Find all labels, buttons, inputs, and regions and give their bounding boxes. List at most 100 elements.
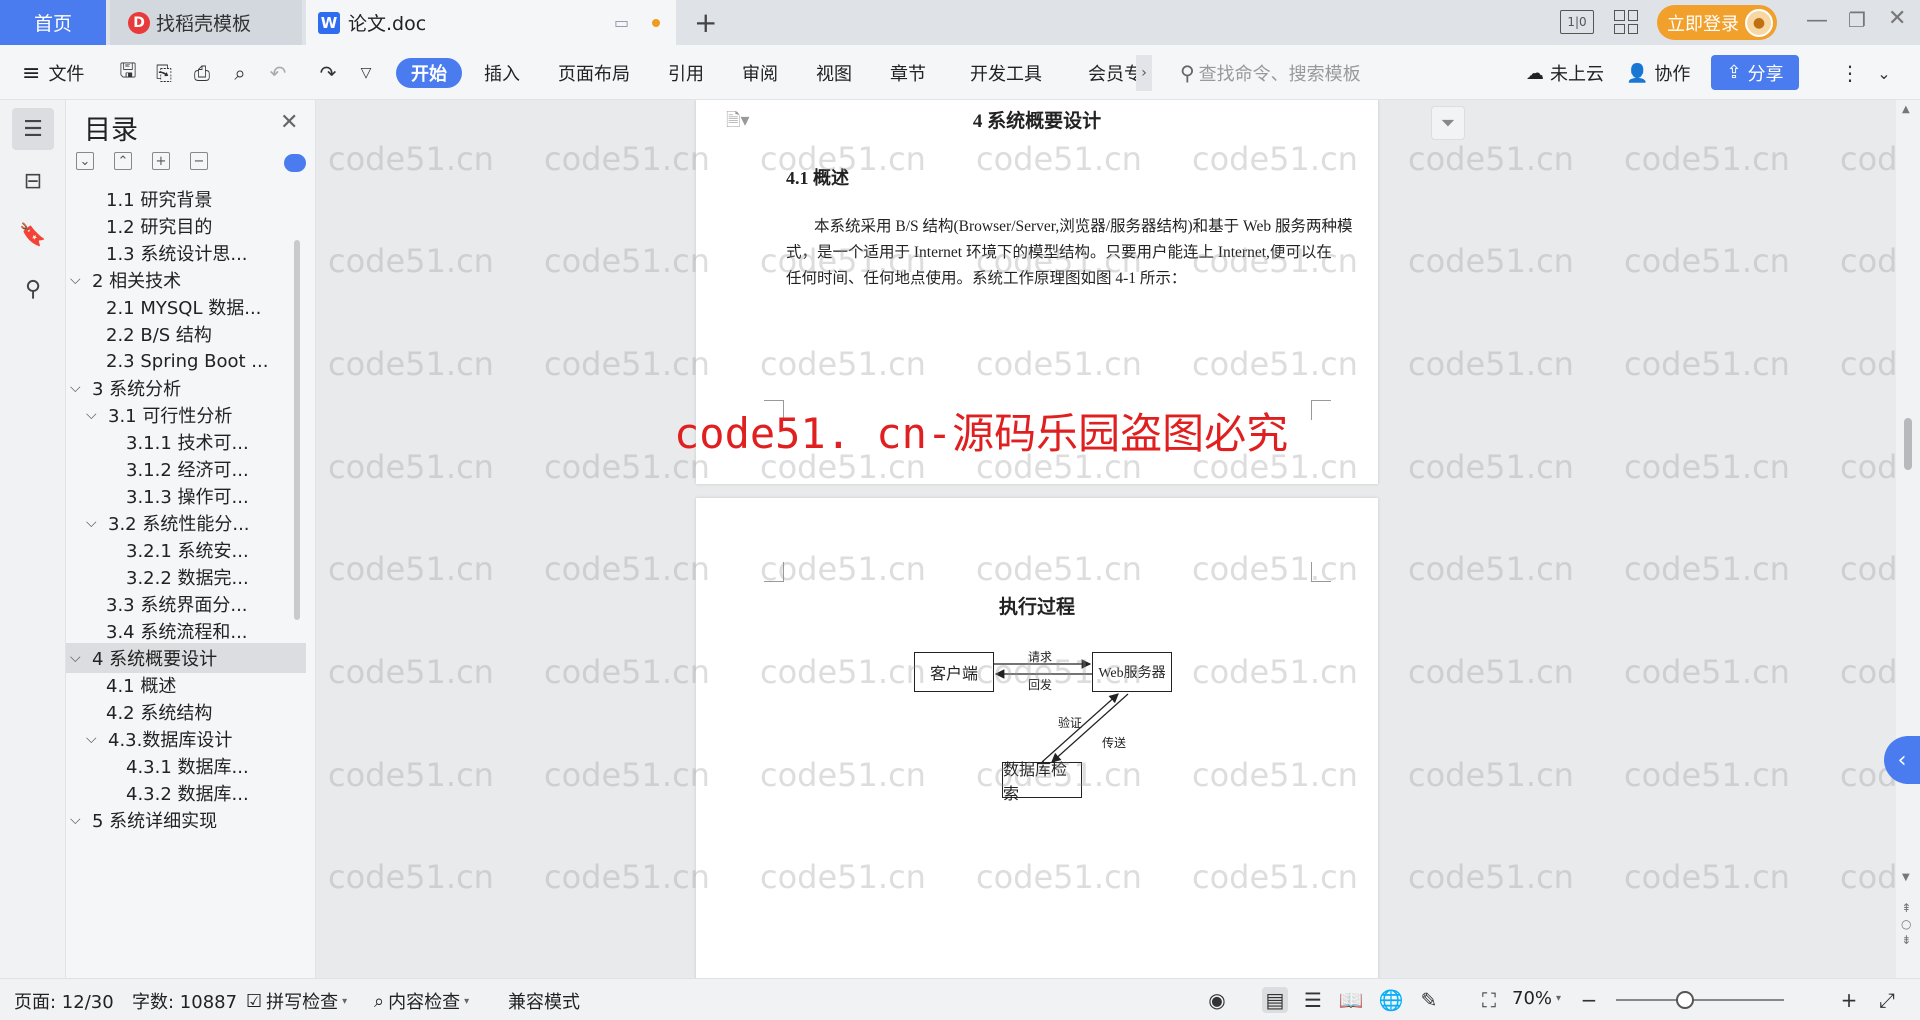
restore-icon[interactable]: ❐ [1848,8,1866,32]
zoom-slider-track[interactable] [1616,999,1784,1001]
write-mode-icon[interactable]: ✎ [1416,987,1442,1013]
fullscreen-icon[interactable]: ⤢ [1874,987,1900,1013]
chevron-down-icon[interactable]: ⌵ [70,272,92,288]
zoom-slider-thumb[interactable] [1676,991,1694,1009]
toc-item[interactable]: ⌵ 4 系统概要设计 [66,643,306,673]
chevron-down-icon[interactable]: ⌵ [70,812,92,828]
chevron-down-icon[interactable]: ⌵ [70,650,92,666]
toc-item[interactable]: 1.2 研究目的 [106,211,312,241]
collapse-ribbon-icon[interactable]: ⌄ [1872,61,1896,85]
navigation-pane-icon[interactable]: ⊟ [12,160,54,202]
toc-item[interactable]: 4.3.1 数据库... [126,751,312,781]
tab-review[interactable]: 审阅 [742,57,778,89]
tab-document[interactable]: W 论文.doc ▭ [306,0,676,45]
toc-item[interactable]: 4.1 概述 [106,670,312,700]
tab-member[interactable]: 会员专 [1088,57,1142,89]
more-options-icon[interactable]: ⋮ [1838,61,1862,85]
scroll-up-icon[interactable]: ▲ [1902,104,1910,115]
apps-grid-icon[interactable] [1614,10,1638,34]
toc-item[interactable]: 3.3 系统界面分... [106,589,312,619]
toc-item[interactable]: 2.2 B/S 结构 [106,319,312,349]
login-button[interactable]: 立即登录 ● [1657,5,1777,40]
toc-item[interactable]: 1.3 系统设计思... [106,238,312,268]
toc-item[interactable]: 2.3 Spring Boot ... [106,346,312,376]
print-icon[interactable]: ⎙ [190,61,214,85]
scroll-thumb[interactable] [1904,418,1912,470]
reading-view-icon[interactable]: 📖 [1338,987,1364,1013]
minimize-icon[interactable]: — [1806,8,1828,33]
undo-icon[interactable]: ↶ [266,61,290,85]
page-indicator[interactable]: 页面: 12/30 [14,988,114,1014]
cloud-status[interactable]: ☁ 未上云 [1526,57,1604,89]
tab-chapter[interactable]: 章节 [890,57,926,89]
toc-item[interactable]: 2.1 MYSQL 数据... [106,292,312,322]
toc-item[interactable]: 3.1.3 操作可... [126,481,312,511]
zoom-level[interactable]: 70% ▾ [1512,988,1561,1009]
tab-layout[interactable]: 页面布局 [558,57,630,89]
word-count[interactable]: 字数: 10887 [132,988,237,1014]
print-preview-icon[interactable]: ⌕ [228,61,252,85]
collab-button[interactable]: 👤 协作 [1626,57,1690,89]
toc-item[interactable]: ⌵ 2 相关技术 [70,265,312,295]
toc-item[interactable]: 4.2 系统结构 [106,697,312,727]
expand-all-icon[interactable]: ⌄ [76,152,94,170]
remove-heading-icon[interactable]: − [190,152,208,170]
more-tabs-icon[interactable]: › [1136,55,1152,91]
zoom-out-icon[interactable]: − [1576,987,1602,1013]
toc-item[interactable]: ⌵ 3.1 可行性分析 [86,400,312,430]
tab-insert[interactable]: 插入 [484,57,520,89]
toc-item[interactable]: 3.1.1 技术可... [126,427,312,457]
tab-reference[interactable]: 引用 [668,57,704,89]
bookmark-icon[interactable]: 🔖 [12,214,54,256]
toc-item[interactable]: 3.2.1 系统安... [126,535,312,565]
toc-item[interactable]: 3.2.2 数据完... [126,562,312,592]
close-window-icon[interactable]: ✕ [1888,6,1906,31]
web-view-icon[interactable]: 🌐 [1378,987,1404,1013]
page-nav-icon[interactable]: ⇞ ○ ⇟ [1901,900,1911,948]
fit-page-icon[interactable]: ⛶ [1476,987,1502,1013]
spell-check-button[interactable]: ☑ 拼写检查 ▾ [246,988,347,1014]
outline-view-icon[interactable]: ☰ [1300,987,1326,1013]
toc-item[interactable]: 3.1.2 经济可... [126,454,312,484]
watermark-text: code51.cn [328,550,494,588]
toc-panel-icon[interactable]: ☰ [12,108,54,150]
save-icon[interactable]: 🖫 [116,58,140,85]
scroll-down-icon[interactable]: ▼ [1902,872,1910,883]
redo-icon[interactable]: ↷ [316,61,340,85]
export-pdf-icon[interactable]: ⎘ [152,61,176,85]
share-button[interactable]: ⇪ 分享 [1711,55,1799,90]
toc-item[interactable]: ⌵ 3.2 系统性能分... [86,508,312,538]
toc-item-label: 2.2 B/S 结构 [106,325,212,346]
monitor-icon[interactable]: ▭ [614,13,629,32]
collapse-all-icon[interactable]: ⌃ [114,152,132,170]
page-view-icon[interactable]: ▤ [1262,987,1288,1013]
new-tab-plus-icon[interactable]: + [694,6,717,39]
layout-toggle-icon[interactable]: 1|0 [1560,10,1594,34]
toc-scrollbar[interactable] [294,240,300,620]
vertical-scrollbar[interactable]: ▲ ▼ ⇞ ○ ⇟ [1896,100,1920,978]
ai-assistant-icon[interactable] [284,154,306,172]
tab-home[interactable]: 首页 [0,0,106,45]
chevron-down-icon[interactable]: ⌵ [86,407,108,423]
tab-view[interactable]: 视图 [816,57,852,89]
toc-item[interactable]: 3.4 系统流程和... [106,616,312,646]
tab-templates[interactable]: D 找稻壳模板 [110,0,302,45]
toc-item[interactable]: 4.3.2 数据库... [126,778,312,808]
quick-access-dropdown-icon[interactable]: ▽ [354,61,378,85]
command-search[interactable]: ⚲ 查找命令、搜索模板 [1180,57,1361,89]
chevron-down-icon[interactable]: ⌵ [86,515,108,531]
chevron-down-icon[interactable]: ⌵ [86,731,108,747]
toc-item[interactable]: ⌵ 4.3.数据库设计 [86,724,312,754]
add-heading-icon[interactable]: + [152,152,170,170]
tab-devtools[interactable]: 开发工具 [970,57,1042,89]
toc-item[interactable]: ⌵ 5 系统详细实现 [70,805,312,835]
tab-start[interactable]: 开始 [396,58,462,88]
content-check-button[interactable]: ⌕ 内容检查 ▾ [374,988,469,1014]
close-icon[interactable]: ✕ [280,110,298,135]
file-menu[interactable]: ≡ 文件 [22,57,84,89]
find-icon[interactable]: ⚲ [12,268,54,310]
zoom-in-icon[interactable]: + [1836,987,1862,1013]
toc-item[interactable]: ⌵ 3 系统分析 [70,373,312,403]
chevron-down-icon[interactable]: ⌵ [70,380,92,396]
eye-protection-icon[interactable]: ◉ [1204,987,1230,1013]
